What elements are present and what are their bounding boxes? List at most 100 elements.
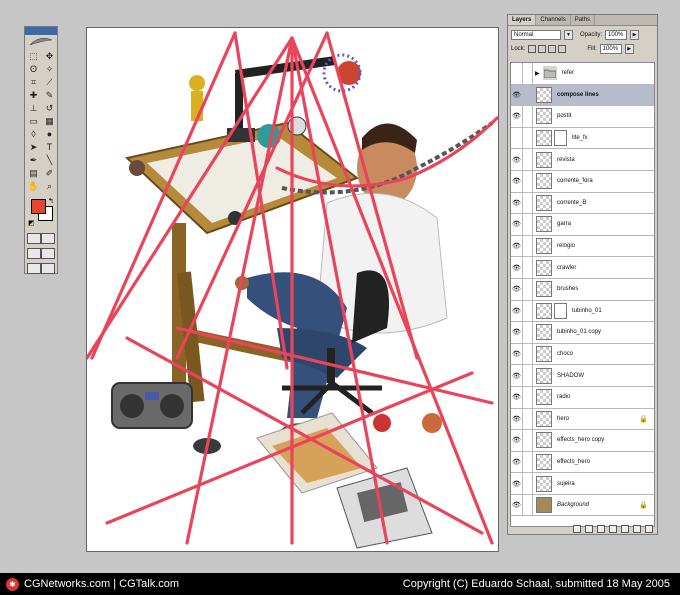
visibility-eye-icon[interactable]: 👁 bbox=[511, 430, 523, 451]
opacity-input[interactable]: 100% bbox=[605, 30, 628, 40]
visibility-eye-icon[interactable]: 👁 bbox=[511, 300, 523, 322]
delete-layer-icon[interactable] bbox=[645, 525, 653, 533]
layer-link-cell[interactable] bbox=[523, 451, 533, 473]
swap-colors-icon[interactable]: ↰ bbox=[48, 197, 54, 205]
layer-link-cell[interactable] bbox=[523, 322, 533, 343]
layer-row[interactable]: 👁 SHADOW bbox=[511, 365, 654, 387]
visibility-eye-icon[interactable]: 👁 bbox=[511, 257, 523, 278]
layer-link-cell[interactable] bbox=[523, 192, 533, 214]
layer-row[interactable]: 👁 choco bbox=[511, 343, 654, 366]
blend-mode-dropdown-arrow-icon[interactable]: ▼ bbox=[564, 30, 573, 40]
visibility-eye-icon[interactable]: 👁 bbox=[511, 473, 523, 494]
move-tool-icon[interactable]: ✥ bbox=[42, 50, 57, 62]
layer-row[interactable]: 👁 garra bbox=[511, 214, 654, 236]
layer-link-cell[interactable] bbox=[523, 408, 533, 430]
layer-row[interactable]: 👁 crawler bbox=[511, 257, 654, 279]
visibility-eye-icon[interactable]: 👁 bbox=[511, 170, 523, 192]
lock-position-icon[interactable] bbox=[548, 45, 557, 53]
layer-link-cell[interactable] bbox=[523, 386, 533, 408]
visibility-eye-icon[interactable]: 👁 bbox=[511, 149, 523, 170]
layer-row[interactable]: 👁 radio bbox=[511, 386, 654, 409]
layer-link-cell[interactable] bbox=[523, 214, 533, 235]
layer-link-cell[interactable] bbox=[523, 63, 533, 84]
path-selection-tool-icon[interactable]: ➤ bbox=[26, 141, 41, 153]
layer-link-cell[interactable] bbox=[523, 127, 533, 149]
pen-tool-icon[interactable]: ✒ bbox=[26, 154, 41, 166]
layer-link-cell[interactable] bbox=[523, 473, 533, 494]
layer-row[interactable]: lite_fx bbox=[511, 127, 654, 150]
layer-link-cell[interactable] bbox=[523, 494, 533, 516]
layer-row[interactable]: 👁 tubinho_01 copy bbox=[511, 322, 654, 344]
visibility-eye-icon[interactable]: 👁 bbox=[511, 408, 523, 430]
full-screen-menu-mode-button[interactable] bbox=[41, 263, 55, 274]
lasso-tool-icon[interactable]: ʘ bbox=[26, 63, 41, 75]
layer-link-cell[interactable] bbox=[523, 430, 533, 451]
layer-row[interactable]: ▶ refer bbox=[511, 63, 654, 85]
visibility-eye-icon[interactable]: 👁 bbox=[511, 451, 523, 473]
link-layers-icon[interactable] bbox=[573, 525, 581, 533]
add-mask-icon[interactable] bbox=[597, 525, 605, 533]
layer-row[interactable]: 👁 corrente_B bbox=[511, 192, 654, 215]
layer-link-cell[interactable] bbox=[523, 149, 533, 170]
eraser-tool-icon[interactable]: ▭ bbox=[26, 115, 41, 127]
brush-tool-icon[interactable]: ✎ bbox=[42, 89, 57, 101]
history-brush-tool-icon[interactable]: ↺ bbox=[42, 102, 57, 114]
full-screen-mode-button[interactable] bbox=[41, 248, 55, 259]
visibility-eye-icon[interactable]: 👁 bbox=[511, 322, 523, 343]
default-colors-icon[interactable]: ◩ bbox=[28, 219, 35, 227]
layer-link-cell[interactable] bbox=[523, 343, 533, 365]
type-tool-icon[interactable]: T bbox=[42, 141, 57, 153]
layer-row[interactable]: 👁 Background 🔒 bbox=[511, 494, 654, 517]
footer-site-links[interactable]: CGNetworks.com | CGTalk.com bbox=[24, 578, 179, 590]
clone-stamp-tool-icon[interactable]: ⊥ bbox=[26, 102, 41, 114]
tab-layers[interactable]: Layers bbox=[508, 15, 537, 25]
crop-tool-icon[interactable]: ⌗ bbox=[26, 76, 41, 88]
visibility-eye-icon[interactable]: 👁 bbox=[511, 386, 523, 408]
visibility-eye-icon[interactable]: 👁 bbox=[511, 343, 523, 365]
magic-wand-tool-icon[interactable]: ✧ bbox=[42, 63, 57, 75]
lock-all-icon[interactable] bbox=[558, 45, 567, 53]
layer-link-cell[interactable] bbox=[523, 278, 533, 300]
visibility-eye-icon[interactable] bbox=[511, 127, 523, 149]
jump-to-imageready-button[interactable] bbox=[27, 263, 41, 274]
layer-mask-thumbnail[interactable] bbox=[554, 130, 567, 147]
standard-screen-mode-button[interactable] bbox=[27, 248, 41, 259]
quick-mask-mode-button[interactable] bbox=[41, 233, 55, 244]
layer-link-cell[interactable] bbox=[523, 106, 533, 127]
marquee-tool-icon[interactable]: ⬚ bbox=[26, 50, 41, 62]
eyedropper-tool-icon[interactable]: ✐ bbox=[42, 167, 57, 179]
layer-row[interactable]: 👁 tubinho_01 bbox=[511, 300, 654, 323]
slice-tool-icon[interactable]: ⟋ bbox=[42, 76, 57, 88]
blend-mode-select[interactable]: Normal bbox=[511, 30, 561, 40]
layer-link-cell[interactable] bbox=[523, 235, 533, 257]
layer-row[interactable]: 👁 effects_hero bbox=[511, 451, 654, 474]
layer-row[interactable]: 👁 brushes bbox=[511, 278, 654, 301]
layer-link-cell[interactable] bbox=[523, 365, 533, 386]
tab-channels[interactable]: Channels bbox=[536, 15, 571, 25]
gradient-tool-icon[interactable]: ▦ bbox=[42, 115, 57, 127]
layer-row[interactable]: 👁 compose lines bbox=[511, 84, 654, 107]
visibility-eye-icon[interactable] bbox=[511, 63, 523, 84]
foreground-color-swatch[interactable] bbox=[31, 199, 46, 214]
group-expand-arrow-icon[interactable]: ▶ bbox=[535, 70, 540, 77]
lock-image-pixels-icon[interactable] bbox=[538, 45, 547, 53]
tools-palette-titlebar[interactable] bbox=[25, 27, 57, 35]
zoom-tool-icon[interactable]: ⌕ bbox=[42, 180, 57, 192]
layer-link-cell[interactable] bbox=[523, 84, 533, 106]
feather-logo-icon[interactable] bbox=[25, 35, 57, 49]
layer-row[interactable]: 👁 relogio bbox=[511, 235, 654, 258]
layer-mask-thumbnail[interactable] bbox=[554, 302, 567, 319]
healing-brush-tool-icon[interactable]: ✚ bbox=[26, 89, 41, 101]
layer-link-cell[interactable] bbox=[523, 170, 533, 192]
layer-row[interactable]: 👁 corrente_fora bbox=[511, 170, 654, 193]
tab-paths[interactable]: Paths bbox=[571, 15, 596, 25]
visibility-eye-icon[interactable]: 👁 bbox=[511, 84, 523, 106]
visibility-eye-icon[interactable]: 👁 bbox=[511, 365, 523, 386]
blur-tool-icon[interactable]: ◊ bbox=[26, 128, 41, 140]
layer-row[interactable]: 👁 hero 🔒 bbox=[511, 408, 654, 431]
visibility-eye-icon[interactable]: 👁 bbox=[511, 494, 523, 516]
new-group-icon[interactable] bbox=[621, 525, 629, 533]
layer-link-cell[interactable] bbox=[523, 300, 533, 322]
layer-row[interactable]: 👁 postit bbox=[511, 106, 654, 128]
line-tool-icon[interactable]: ╲ bbox=[42, 154, 57, 166]
